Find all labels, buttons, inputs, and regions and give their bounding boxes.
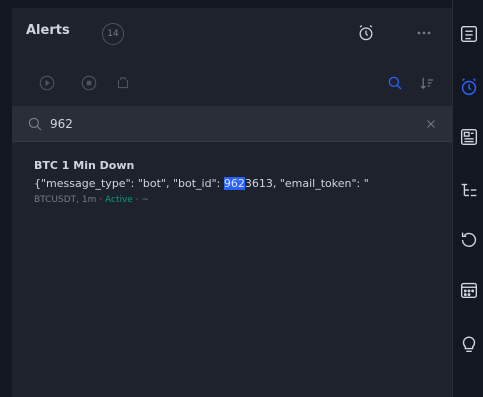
alert-message-text: {"message_type": "bot", "bot_id": <box>34 177 224 190</box>
search-icon <box>26 115 44 133</box>
alarm-clock-icon <box>359 25 373 41</box>
meta-separator: · <box>99 195 103 205</box>
ideas-icon[interactable] <box>457 332 481 356</box>
right-sidebar <box>452 0 483 397</box>
alerts-icon[interactable] <box>457 75 481 99</box>
sort-icon <box>420 77 433 90</box>
news-icon[interactable] <box>457 125 481 149</box>
alert-message: {"message_type": "bot", "bot_id": 962361… <box>34 177 446 190</box>
alert-symbol: BTCUSDT, 1m <box>34 195 97 205</box>
play-icon <box>39 75 55 91</box>
search-input[interactable] <box>50 112 410 136</box>
alert-message-text-rest: 3613, "email_token": " <box>244 177 369 190</box>
restart-icon <box>117 77 129 89</box>
calendar-icon[interactable] <box>457 278 481 302</box>
toolbar-search-button[interactable] <box>384 72 406 94</box>
sort-button[interactable] <box>416 72 438 94</box>
stop-all-button[interactable] <box>78 72 100 94</box>
alerts-toolbar <box>12 68 452 98</box>
object-tree-icon[interactable] <box>457 178 481 202</box>
alerts-header: Alerts 14 <box>12 8 452 56</box>
alert-meta: BTCUSDT, 1m · Active · ~ <box>34 195 149 205</box>
more-options-button[interactable] <box>413 22 435 44</box>
stop-icon <box>81 75 97 91</box>
panel-title: Alerts <box>26 23 70 38</box>
alerts-panel: Alerts 14 BTC <box>12 8 452 397</box>
more-icon <box>417 31 431 35</box>
clear-search-button[interactable] <box>422 115 440 133</box>
history-icon[interactable] <box>457 228 481 252</box>
create-alert-button[interactable] <box>355 22 377 44</box>
alert-list-item[interactable]: BTC 1 Min Down {"message_type": "bot", "… <box>12 148 452 218</box>
search-icon <box>388 76 402 90</box>
alert-status: Active <box>105 195 133 205</box>
restart-all-button[interactable] <box>112 72 134 94</box>
watchlist-icon[interactable] <box>457 22 481 46</box>
alert-condition: ~ <box>141 195 150 205</box>
alert-name: BTC 1 Min Down <box>34 159 135 172</box>
search-bar <box>12 106 452 142</box>
alerts-count-badge: 14 <box>102 23 124 45</box>
meta-separator: · <box>135 195 139 205</box>
close-icon <box>427 120 435 128</box>
search-match-highlight: 962 <box>223 177 245 190</box>
start-all-button[interactable] <box>36 72 58 94</box>
